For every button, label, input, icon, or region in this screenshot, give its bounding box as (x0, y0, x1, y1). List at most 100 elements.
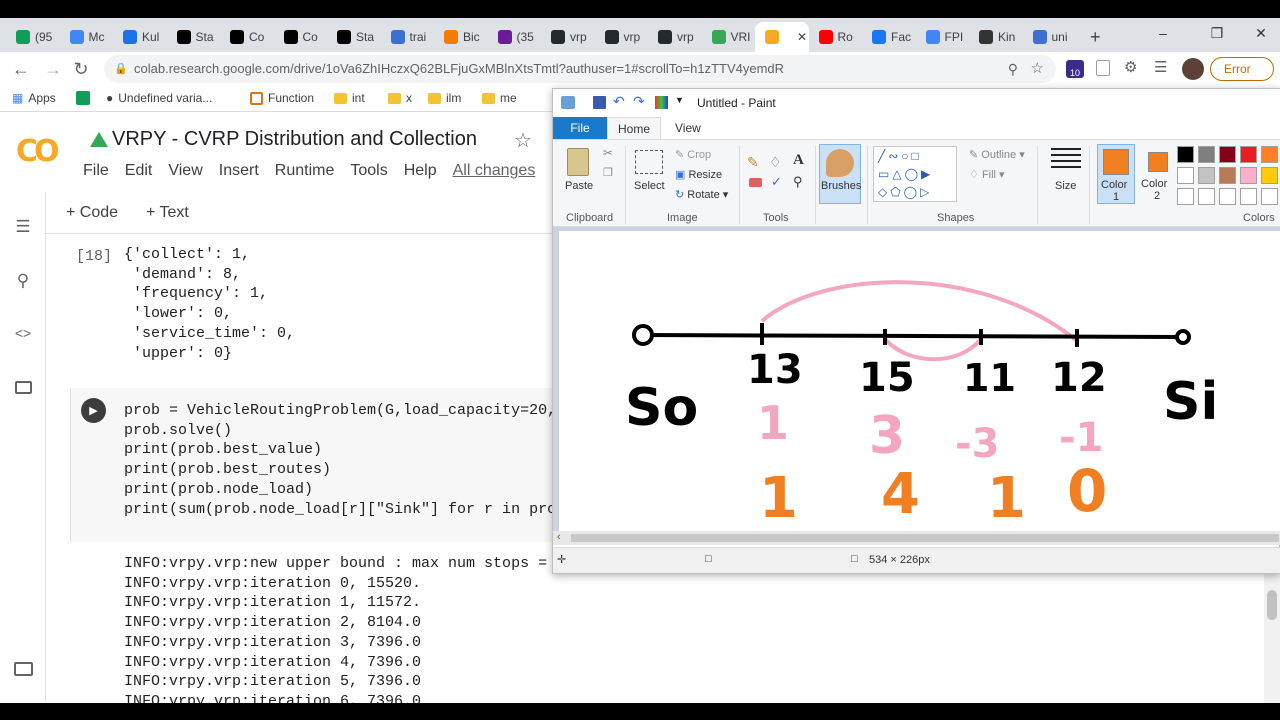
eraser-icon[interactable] (749, 178, 762, 187)
error-button[interactable]: Error (1210, 57, 1274, 81)
fill-button[interactable]: ♢ Fill ▾ (969, 168, 1005, 181)
browser-tab[interactable]: (35 (488, 22, 542, 52)
notebook-title[interactable]: VRPY - CVRP Distribution and Collection (112, 128, 477, 151)
extension-icon[interactable] (1096, 60, 1110, 76)
palette-empty-swatch[interactable] (1219, 188, 1236, 205)
code-editor[interactable]: prob = VehicleRoutingProblem(G,load_capa… (124, 401, 556, 519)
menu-edit[interactable]: Edit (125, 162, 153, 180)
browser-tab[interactable]: Sta (167, 22, 221, 52)
shapes-gallery[interactable]: ╱∾○□ ▭△◯▶ ◇⬠◯▷ (873, 146, 957, 202)
color1-button[interactable]: Color 1 (1097, 144, 1135, 204)
resize-button[interactable]: ▣ Resize (675, 168, 722, 181)
magnifier-icon[interactable]: ⚲ (793, 174, 803, 190)
copy-icon[interactable]: ❐ (603, 166, 613, 179)
palette-swatch[interactable] (1261, 146, 1278, 163)
quick-access-icon[interactable] (655, 96, 668, 109)
crop-button[interactable]: ✎ Crop (675, 148, 711, 161)
menu-tools[interactable]: Tools (350, 162, 387, 180)
bookmark-apps[interactable]: ▦ Apps (12, 91, 56, 105)
forward-icon[interactable]: → (40, 56, 66, 82)
browser-tab[interactable]: vrp (595, 22, 649, 52)
browser-tab[interactable]: (95 (6, 22, 60, 52)
files-icon[interactable] (12, 376, 34, 398)
palette-empty-swatch[interactable] (1261, 188, 1278, 205)
browser-tab[interactable]: Bic (434, 22, 488, 52)
menu-runtime[interactable]: Runtime (275, 162, 335, 180)
new-tab-button[interactable]: + (1080, 22, 1101, 52)
palette-empty-swatch[interactable] (1240, 188, 1257, 205)
size-icon[interactable] (1051, 148, 1081, 172)
palette-empty-swatch[interactable] (1198, 188, 1215, 205)
bookmark-undefined[interactable]: ● Undefined varia... (106, 91, 212, 105)
palette-empty-swatch[interactable] (1177, 188, 1194, 205)
bookmark-function[interactable]: Function (250, 91, 314, 105)
menu-view[interactable]: View (168, 162, 202, 180)
browser-tab[interactable]: Kin (969, 22, 1023, 52)
bookmark-sheets[interactable] (76, 91, 90, 105)
palette-swatch[interactable] (1198, 167, 1215, 184)
browser-tab[interactable]: Ro (809, 22, 863, 52)
extension-badge-icon[interactable]: 10 (1066, 60, 1084, 78)
bookmark-x[interactable]: x (388, 91, 412, 105)
bookmark-me[interactable]: me (482, 91, 517, 105)
notebook-scrollbar[interactable] (1264, 572, 1280, 704)
paint-file-tab[interactable]: File (553, 117, 607, 139)
all-changes-link[interactable]: All changes (453, 162, 536, 180)
palette-swatch[interactable] (1219, 167, 1236, 184)
rotate-button[interactable]: ↻ Rotate ▾ (675, 188, 728, 201)
close-tab-icon[interactable]: ✕ (797, 30, 807, 44)
select-button[interactable]: Select (634, 180, 665, 192)
cut-icon[interactable]: ✂ (603, 146, 613, 160)
run-cell-button[interactable]: ▶ (81, 398, 106, 423)
terminal-icon[interactable] (12, 658, 34, 680)
avatar[interactable] (1182, 58, 1204, 80)
restore-button[interactable]: ❐ (1194, 18, 1240, 48)
outline-button[interactable]: ✎ Outline ▾ (969, 148, 1025, 161)
menu-insert[interactable]: Insert (219, 162, 259, 180)
reload-icon[interactable]: ↻ (68, 56, 94, 82)
bookmark-ilm[interactable]: ilm (428, 91, 461, 105)
search-icon[interactable]: ⚲ (12, 270, 34, 292)
color-picker-icon[interactable]: ✓ (771, 174, 782, 190)
color2-button[interactable]: Color 2 (1139, 144, 1173, 204)
browser-tab[interactable]: Sta (327, 22, 381, 52)
browser-tab[interactable]: FPI (916, 22, 970, 52)
brushes-button[interactable]: Brushes (819, 144, 861, 204)
star-icon[interactable]: ☆ (1031, 55, 1044, 83)
palette-swatch[interactable] (1177, 167, 1194, 184)
customize-qat-icon[interactable]: ▼ (675, 95, 684, 105)
browser-tab[interactable]: uni (1023, 22, 1077, 52)
palette-swatch[interactable] (1240, 167, 1257, 184)
media-icon[interactable]: ☰ (1154, 58, 1167, 76)
pencil-icon[interactable]: ✎ (747, 154, 759, 171)
minimize-button[interactable]: – (1140, 18, 1186, 48)
text-icon[interactable]: A (793, 152, 804, 169)
browser-tab[interactable]: VRI (702, 22, 756, 52)
paint-canvas[interactable]: So 13 15 11 12 Si 1 3 -3 -1 1 4 1 0 (559, 231, 1280, 531)
browser-tab[interactable]: Fac (862, 22, 916, 52)
browser-tab[interactable]: ✕ (755, 22, 809, 52)
back-icon[interactable]: ← (8, 56, 34, 82)
undo-icon[interactable]: ↶ (613, 93, 625, 110)
browser-tab[interactable]: Mc (60, 22, 114, 52)
size-button[interactable]: Size (1055, 180, 1076, 192)
toc-icon[interactable]: ☰ (12, 216, 34, 238)
palette-swatch[interactable] (1198, 146, 1215, 163)
add-text-button[interactable]: + Text (146, 204, 189, 222)
browser-tab[interactable]: Kul (113, 22, 167, 52)
browser-tab[interactable]: vrp (541, 22, 595, 52)
star-notebook-icon[interactable]: ☆ (514, 128, 532, 153)
paint-home-tab[interactable]: Home (607, 117, 661, 139)
scroll-left-icon[interactable]: ‹ (557, 531, 561, 543)
palette-swatch[interactable] (1177, 146, 1194, 163)
close-window-button[interactable]: ✕ (1238, 18, 1280, 48)
colab-logo-icon[interactable]: CO (16, 134, 59, 169)
code-snippets-icon[interactable]: <> (12, 322, 34, 344)
paste-button[interactable]: Paste (565, 180, 593, 192)
palette-swatch[interactable] (1261, 167, 1278, 184)
browser-tab[interactable]: trai (381, 22, 435, 52)
browser-tab[interactable]: vrp (648, 22, 702, 52)
bookmark-int[interactable]: int (334, 91, 365, 105)
browser-tab[interactable]: Co (220, 22, 274, 52)
fill-icon[interactable]: ♢ (769, 154, 782, 171)
